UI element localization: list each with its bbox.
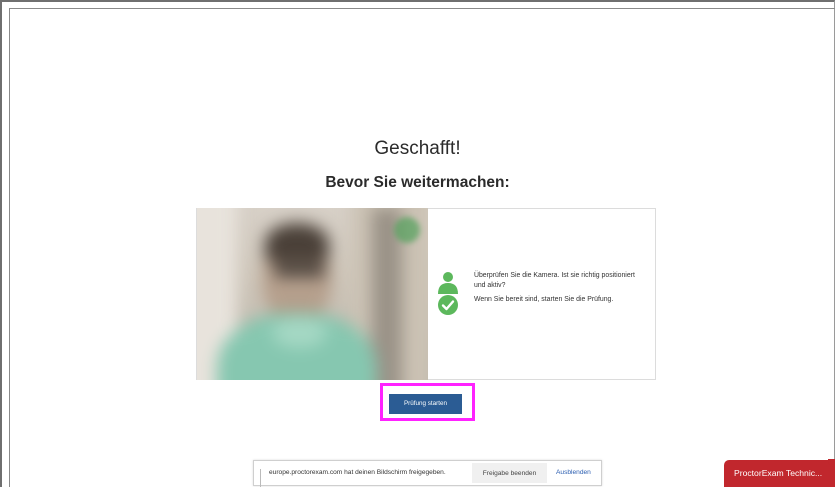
screen-share-bar: europe.proctorexam.com hat deinen Bildsc… (253, 460, 602, 487)
instructions-text: Überprüfen Sie die Kamera. Ist sie richt… (474, 271, 644, 310)
page-title: Geschafft! (374, 138, 461, 159)
status-icons (436, 270, 460, 320)
webcam-preview (197, 208, 428, 380)
camera-active-indicator (394, 217, 420, 243)
support-tab-corner (828, 459, 835, 465)
hide-link[interactable]: Ausblenden (556, 469, 591, 476)
support-tab[interactable]: ProctorExam Technic... (724, 460, 835, 487)
share-message: europe.proctorexam.com hat deinen Bildsc… (269, 469, 446, 476)
instruction-ready: Wenn Sie bereit sind, starten Sie die Pr… (474, 296, 614, 303)
page-subtitle: Bevor Sie weitermachen: (325, 174, 510, 191)
check-circle-icon (438, 295, 458, 315)
instruction-camera-check: Überprüfen Sie die Kamera. Ist sie richt… (474, 272, 635, 289)
drag-handle-icon[interactable] (260, 469, 263, 487)
start-exam-button[interactable]: Prüfung starten (389, 394, 462, 414)
stop-sharing-button[interactable]: Freigabe beenden (472, 463, 547, 483)
